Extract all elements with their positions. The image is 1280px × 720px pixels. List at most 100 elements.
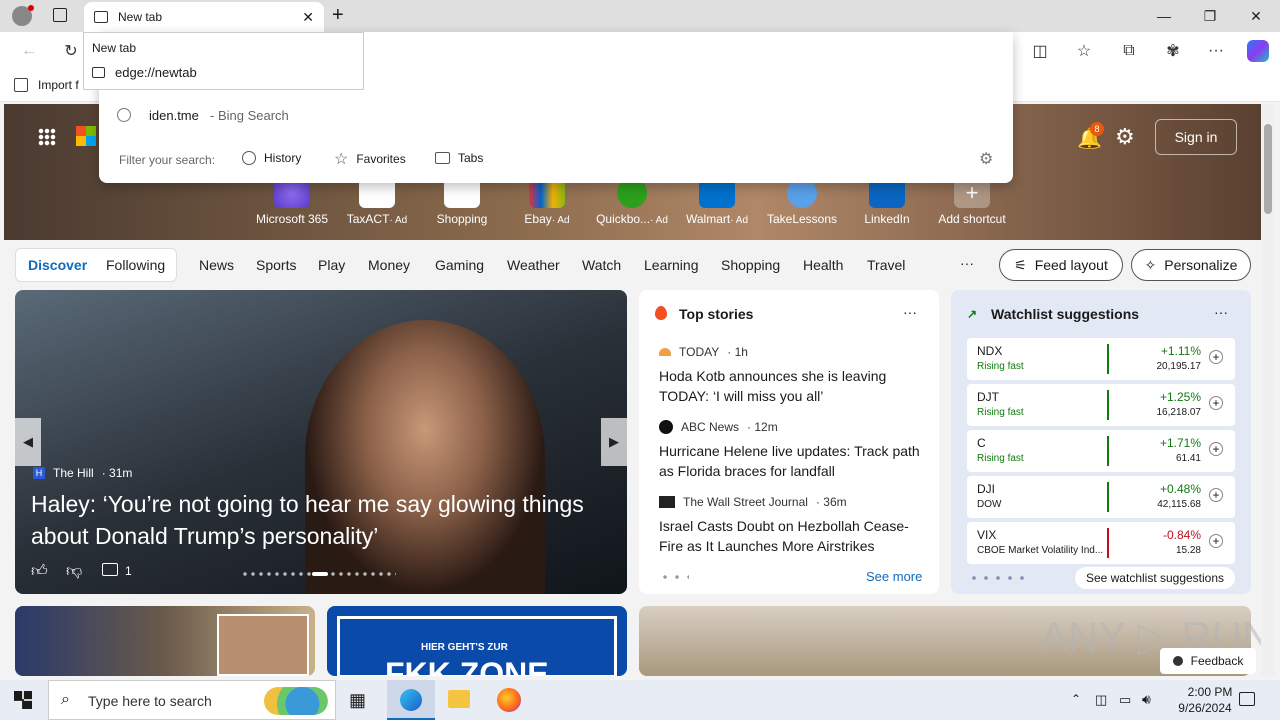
action-center-icon[interactable] [1239,692,1255,706]
more-menu-icon[interactable]: ··· [1201,36,1231,66]
hero-story-card[interactable]: ◀ ▶ H The Hill · 31m Haley: ‘You’re not … [15,290,627,594]
news-card-image[interactable] [15,606,315,676]
back-icon[interactable]: ← [14,36,44,66]
watchlist-item-ndx[interactable]: NDX Rising fast +1.11% 20,195.17 + [967,338,1235,380]
nav-shopping[interactable]: Shopping [721,257,780,273]
nav-travel[interactable]: Travel [867,257,905,273]
clock-date[interactable]: 9/26/2024 [1164,701,1246,715]
feed-layout-button[interactable]: ⚟ Feed layout [999,249,1123,281]
filter-tabs-button[interactable]: Tabs [435,151,483,165]
nav-weather[interactable]: Weather [507,257,560,273]
volume-icon[interactable]: 🔊︎ [1142,691,1151,708]
add-to-watchlist-icon[interactable]: + [1209,534,1223,548]
clock-time[interactable]: 2:00 PM [1174,685,1246,699]
shortcut-label: Walmart [685,212,731,226]
nav-more-icon[interactable]: ··· [960,255,974,271]
watchlist-more-icon[interactable]: ··· [1214,304,1228,320]
story-item[interactable]: ABC News · 12m Hurricane Helene live upd… [659,420,927,481]
feedback-button[interactable]: Feedback [1160,648,1256,674]
top-stories-more-icon[interactable]: ··· [903,304,917,320]
nav-news[interactable]: News [199,257,234,273]
firefox-icon[interactable] [497,688,521,712]
minimize-button[interactable]: — [1141,0,1187,32]
nav-money[interactable]: Money [368,257,410,273]
settings-gear-icon[interactable]: ⚙ [1115,124,1135,150]
shortcut-quickbooks[interactable]: Quickbo...· Ad [592,178,672,226]
page-scrollbar[interactable] [1261,104,1275,676]
personalize-button[interactable]: ✧ Personalize [1131,249,1251,281]
carousel-next-button[interactable]: ▶ [601,418,627,466]
shortcut-taxact[interactable]: TaxACT· Ad [337,178,417,226]
nav-health[interactable]: Health [803,257,843,273]
suggestion-row[interactable]: iden.tme - Bing Search [99,102,1013,130]
scroll-thumb[interactable] [1264,124,1272,214]
watchlist-pager-dots[interactable] [968,575,1024,581]
collections-icon[interactable]: ⧉ [1114,36,1144,66]
taskbar-search-box[interactable]: ⌕ Type here to search [48,680,336,720]
story-headline[interactable]: Hurricane Helene live updates: Track pat… [659,441,927,481]
pager-dots[interactable] [659,574,689,580]
add-to-watchlist-icon[interactable]: + [1209,350,1223,364]
watchlist-item-vix[interactable]: VIX CBOE Market Volatility Ind... -0.84%… [967,522,1235,564]
shortcut-microsoft365[interactable]: Microsoft 365 [252,178,332,226]
watchlist-item-dji[interactable]: DJI DOW +0.48% 42,115.68 + [967,476,1235,518]
shortcut-ebay[interactable]: Ebay· Ad [507,178,587,226]
suggestion-text: iden.tme [149,108,199,123]
taskbar-edge-app[interactable] [387,680,435,720]
new-tab-button[interactable]: + [332,4,344,27]
shortcut-takelessons[interactable]: TakeLessons [762,178,842,226]
carousel-prev-button[interactable]: ◀ [15,418,41,466]
news-card-banner[interactable]: HIER GEHT'S ZUR FKK ZONE [327,606,627,676]
shortcut-walmart[interactable]: Walmart· Ad [677,178,757,226]
split-screen-icon[interactable]: ◫ [1025,36,1055,66]
search-settings-icon[interactable]: ⚙ [979,149,993,169]
shortcut-label: Ebay [524,212,552,226]
tab-following[interactable]: Following [106,257,165,273]
story-item[interactable]: TODAY · 1h Hoda Kotb announces she is le… [659,345,927,406]
add-to-watchlist-icon[interactable]: + [1209,396,1223,410]
story-item[interactable]: The Wall Street Journal · 36m Israel Cas… [659,495,927,556]
shortcut-shopping[interactable]: Shopping [422,178,502,226]
sign-in-button[interactable]: Sign in [1155,119,1237,155]
tab-new-tab[interactable]: New tab ✕ [84,2,324,32]
add-shortcut-button[interactable]: + Add shortcut [932,178,1012,226]
nav-learning[interactable]: Learning [644,257,699,273]
story-headline[interactable]: Hoda Kotb announces she is leaving TODAY… [659,366,927,406]
watchlist-item-djt[interactable]: DJT Rising fast +1.25% 16,218.07 + [967,384,1235,426]
tab-discover[interactable]: Discover [28,257,87,273]
dislike-icon[interactable]: 👎︎ [66,562,82,581]
hero-headline[interactable]: Haley: ‘You’re not going to hear me say … [31,488,591,552]
comment-icon[interactable] [102,563,118,576]
tray-chevron-icon[interactable]: ⌃ [1071,692,1081,706]
task-view-icon[interactable]: ▦ [349,690,366,711]
refresh-icon[interactable]: ↻ [56,36,86,66]
add-to-watchlist-icon[interactable]: + [1209,488,1223,502]
notification-badge: 8 [1090,122,1104,136]
tab-actions-icon[interactable] [53,8,67,22]
watchlist-item-c[interactable]: C Rising fast +1.71% 61.41 + [967,430,1235,472]
shortcut-linkedin[interactable]: LinkedIn [847,178,927,226]
start-windows-icon[interactable] [14,691,32,709]
see-more-link[interactable]: See more [866,569,922,584]
add-to-watchlist-icon[interactable]: + [1209,442,1223,456]
close-window-button[interactable]: ✕ [1233,0,1279,32]
like-icon[interactable]: 👍︎ [31,562,48,581]
close-tab-icon[interactable]: ✕ [302,9,314,26]
extensions-icon[interactable]: ✾ [1158,36,1188,66]
restore-button[interactable]: ❐ [1187,0,1233,32]
story-headline[interactable]: Israel Casts Doubt on Hezbollah Cease-Fi… [659,516,927,556]
app-launcher-icon[interactable] [38,128,56,146]
favorites-star-icon[interactable]: ☆ [1069,36,1099,66]
nav-sports[interactable]: Sports [256,257,296,273]
tray-device-icon[interactable]: ◫ [1095,692,1107,708]
nav-gaming[interactable]: Gaming [435,257,484,273]
filter-history-button[interactable]: History [242,151,301,165]
network-icon[interactable]: ▭ [1119,692,1131,708]
import-favorites-link[interactable]: Import f [38,78,79,92]
file-explorer-icon[interactable] [448,690,470,708]
filter-favorites-button[interactable]: ☆ Favorites [334,149,406,169]
nav-play[interactable]: Play [318,257,345,273]
see-watchlist-button[interactable]: See watchlist suggestions [1075,567,1235,589]
nav-watch[interactable]: Watch [582,257,621,273]
copilot-icon[interactable] [1243,36,1273,66]
